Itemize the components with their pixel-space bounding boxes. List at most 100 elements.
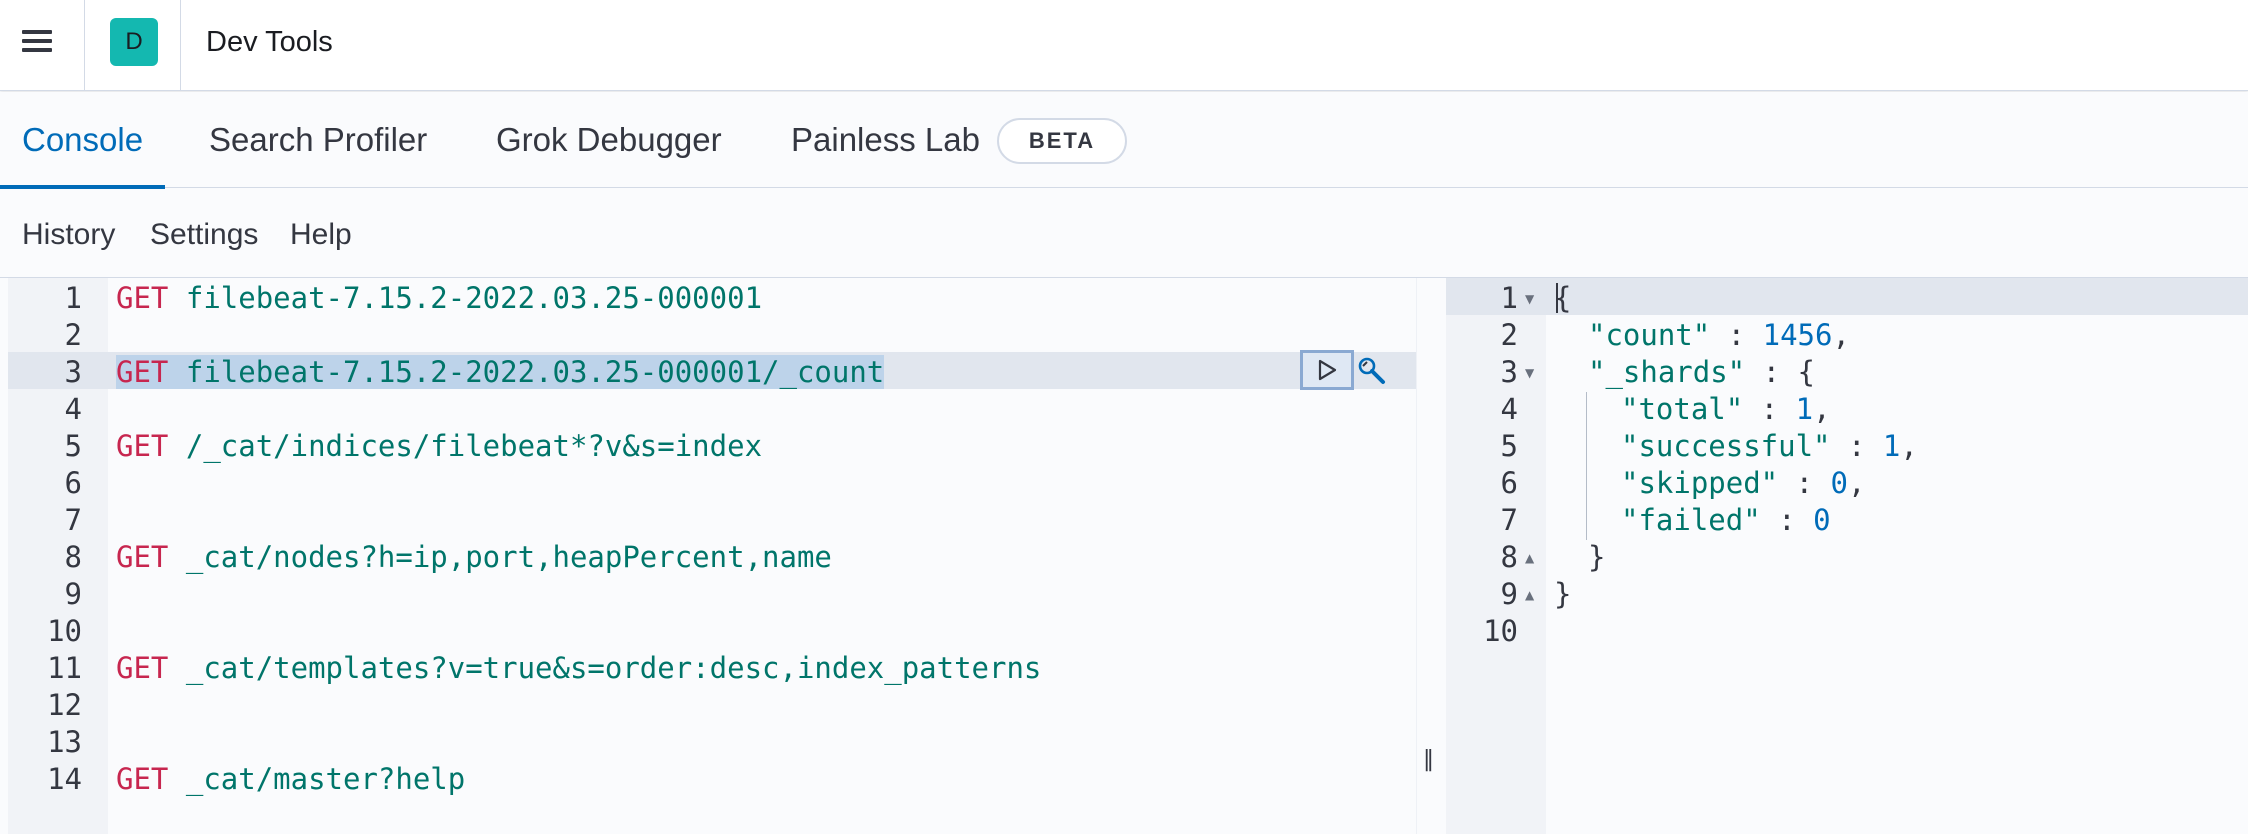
request-path: filebeat-7.15.2-2022.03.25-000001 — [185, 281, 763, 315]
line-number: 7 — [64, 503, 82, 537]
json-key: "failed" — [1621, 503, 1761, 537]
http-method: GET — [116, 540, 169, 574]
app-title: Dev Tools — [206, 26, 333, 58]
line-number: 5 — [1500, 429, 1518, 463]
request-path: _cat/nodes?h=ip,port,heapPercent,name — [185, 540, 832, 574]
request-path: _cat/master?help — [185, 762, 466, 796]
line-number: 6 — [1500, 466, 1518, 500]
line-number: 14 — [47, 762, 82, 796]
fold-up-icon[interactable]: ▲ — [1525, 551, 1534, 565]
fold-down-icon[interactable]: ▼ — [1525, 292, 1534, 306]
request-line[interactable]: GET /_cat/indices/filebeat*?v&s=index — [116, 429, 762, 463]
line-number: 5 — [64, 429, 82, 463]
tab-painless-lab[interactable]: Painless Lab — [791, 92, 980, 188]
settings-link[interactable]: Settings — [150, 218, 258, 252]
request-line[interactable]: GET _cat/templates?v=true&s=order:desc,i… — [116, 651, 1041, 685]
json-tail: , — [1813, 392, 1831, 426]
request-path: _cat/templates?v=true&s=order:desc,index… — [185, 651, 1042, 685]
json-value: 0 — [1830, 466, 1848, 500]
tab-grok-debugger[interactable]: Grok Debugger — [496, 92, 722, 188]
line-number: 10 — [1483, 614, 1518, 648]
line-number: 13 — [47, 725, 82, 759]
request-path: /_cat/indices/filebeat*?v&s=index — [185, 429, 763, 463]
http-method: GET — [116, 429, 169, 463]
fold-down-icon[interactable]: ▼ — [1525, 366, 1534, 380]
json-separator: : — [1710, 318, 1763, 352]
json-tail: , — [1832, 318, 1850, 352]
line-number: 6 — [64, 466, 82, 500]
resize-handle-icon[interactable]: ‖ — [1423, 747, 1434, 772]
json-separator: : — [1760, 503, 1814, 537]
http-method: GET — [116, 355, 169, 389]
json-tail: , — [1900, 429, 1918, 463]
header-separator — [180, 0, 181, 91]
json-tail: , — [1848, 466, 1866, 500]
json-key: "count" — [1588, 318, 1711, 352]
http-method: GET — [116, 281, 169, 315]
line-number: 7 — [1500, 503, 1518, 537]
json-key: "successful" — [1621, 429, 1831, 463]
json-separator: : — [1745, 355, 1798, 389]
line-number: 12 — [47, 688, 82, 722]
fold-up-icon[interactable]: ▲ — [1525, 588, 1534, 602]
json-key: "_shards" — [1588, 355, 1746, 389]
line-number: 10 — [47, 614, 82, 648]
line-number: 3 — [1500, 355, 1518, 389]
request-line[interactable]: GET _cat/master?help — [116, 762, 465, 796]
json-brace: } — [1588, 540, 1606, 574]
line-number: 1 — [64, 281, 82, 315]
json-separator: : — [1830, 429, 1883, 463]
json-brace: { — [1554, 281, 1572, 315]
response-line: "count" : 1456, — [1588, 318, 1850, 352]
send-request-button[interactable] — [1300, 350, 1354, 390]
response-line: "failed" : 0 — [1621, 503, 1831, 537]
response-line: "_shards" : { — [1588, 355, 1815, 389]
request-options-button[interactable] — [1352, 352, 1392, 390]
response-line: "successful" : 1, — [1621, 429, 1918, 463]
wrench-icon — [1358, 357, 1385, 384]
response-line: { — [1554, 281, 1571, 315]
response-line: "skipped" : 0, — [1621, 466, 1865, 500]
json-value: 1 — [1882, 429, 1901, 463]
hamburger-icon[interactable] — [18, 26, 56, 56]
http-method: GET — [116, 651, 169, 685]
tab-search-profiler[interactable]: Search Profiler — [209, 92, 427, 188]
tab-console[interactable]: Console — [0, 92, 166, 189]
request-line-selected[interactable]: GET filebeat-7.15.2-2022.03.25-000001/_c… — [116, 355, 885, 389]
beta-badge: BETA — [997, 118, 1127, 164]
line-number: 2 — [1500, 318, 1518, 352]
help-link[interactable]: Help — [290, 218, 352, 252]
line-number: 1 — [1500, 281, 1518, 315]
line-number: 2 — [64, 318, 82, 352]
response-line: } — [1588, 540, 1605, 574]
response-line: "total" : 1, — [1621, 392, 1831, 426]
line-number: 8 — [64, 540, 82, 574]
http-method: GET — [116, 762, 169, 796]
json-value: 0 — [1813, 503, 1831, 537]
line-number: 4 — [64, 392, 82, 426]
app-header: D Dev Tools — [0, 0, 2248, 91]
line-number: 9 — [1500, 577, 1518, 611]
indent-guide — [1586, 392, 1587, 540]
request-line[interactable]: GET filebeat-7.15.2-2022.03.25-000001 — [116, 281, 762, 315]
json-key: "total" — [1621, 392, 1744, 426]
json-value: 1 — [1795, 392, 1814, 426]
json-value: 1456 — [1762, 318, 1833, 352]
json-key: "skipped" — [1621, 466, 1779, 500]
history-link[interactable]: History — [22, 218, 115, 252]
line-number: 4 — [1500, 392, 1518, 426]
line-number: 9 — [64, 577, 82, 611]
json-brace: } — [1554, 577, 1572, 611]
response-line: } — [1554, 577, 1571, 611]
header-separator — [84, 0, 85, 91]
space-avatar[interactable]: D — [110, 18, 158, 66]
json-tail: { — [1797, 355, 1815, 389]
line-number: 11 — [47, 651, 82, 685]
line-number: 3 — [64, 355, 82, 389]
json-separator: : — [1778, 466, 1831, 500]
console-menu: History Settings Help — [0, 188, 2248, 278]
request-line[interactable]: GET _cat/nodes?h=ip,port,heapPercent,nam… — [116, 540, 832, 574]
json-separator: : — [1743, 392, 1796, 426]
play-icon — [1318, 359, 1337, 381]
line-number: 8 — [1500, 540, 1518, 574]
